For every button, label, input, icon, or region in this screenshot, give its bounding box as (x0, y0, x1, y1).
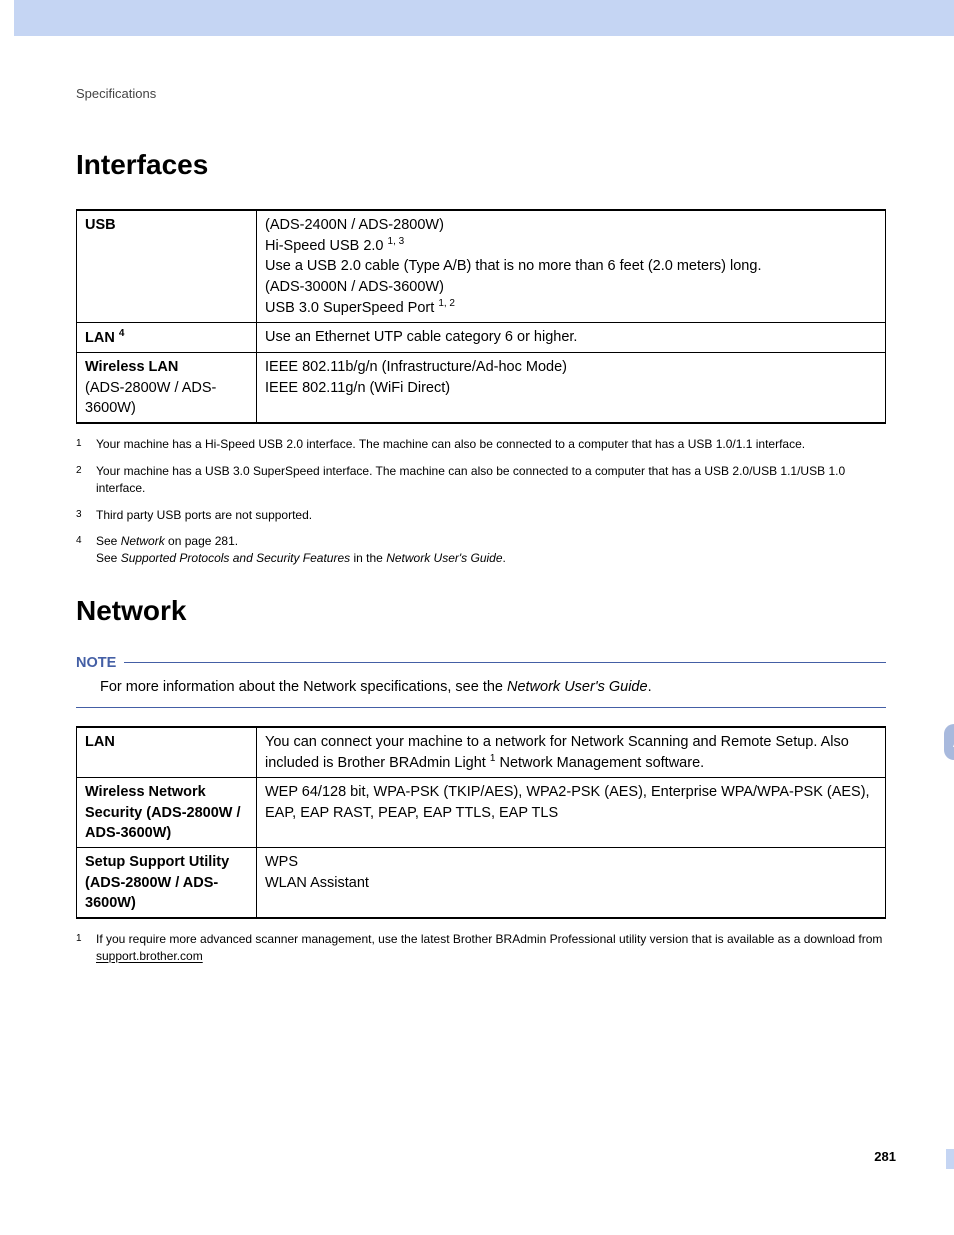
page-number: 281 (874, 1149, 896, 1164)
fn-text: Your machine has a USB 3.0 SuperSpeed in… (96, 463, 886, 497)
row-label-netlan: LAN (77, 727, 257, 778)
fn4-a: See (96, 534, 121, 548)
note-rule (124, 662, 886, 663)
top-border-bar (0, 0, 954, 36)
note-label: NOTE (76, 655, 116, 671)
usb-sup2: 1, 2 (438, 298, 455, 309)
fn-num: 1 (76, 436, 96, 453)
table-row: Setup Support Utility (ADS-2800W / ADS-3… (77, 848, 886, 918)
breadcrumb: Specifications (76, 86, 886, 101)
usb-sup1: 1, 3 (388, 236, 405, 247)
table-row: Wireless Network Security (ADS-2800W / A… (77, 778, 886, 848)
fn4-c: on page 281. (165, 534, 238, 548)
table-row: Wireless LAN (ADS-2800W / ADS-3600W) IEE… (77, 353, 886, 423)
setup-l2: WLAN Assistant (265, 875, 369, 891)
wlan-label-sub: (ADS-2800W / ADS-3600W) (85, 380, 216, 416)
row-label-security: Wireless Network Security (ADS-2800W / A… (77, 778, 257, 848)
row-value-usb: (ADS-2400N / ADS-2800W) Hi-Speed USB 2.0… (257, 210, 886, 323)
section-title-interfaces: Interfaces (76, 149, 886, 181)
fn4-b: Network (121, 534, 165, 548)
fn-text: If you require more advanced scanner man… (96, 931, 886, 965)
fn-text: Your machine has a Hi-Speed USB 2.0 inte… (96, 436, 886, 453)
interfaces-table: USB (ADS-2400N / ADS-2800W) Hi-Speed USB… (76, 209, 886, 424)
usb-line1: (ADS-2400N / ADS-2800W) (265, 217, 444, 233)
note-body-a: For more information about the Network s… (100, 679, 507, 695)
footnote: 1 Your machine has a Hi-Speed USB 2.0 in… (76, 436, 886, 453)
fn4-e: Supported Protocols and Security Feature… (121, 551, 350, 565)
footnote: 2 Your machine has a USB 3.0 SuperSpeed … (76, 463, 886, 497)
netlan-c: Network Management software. (495, 755, 704, 771)
row-value-wlan: IEEE 802.11b/g/n (Infrastructure/Ad-hoc … (257, 353, 886, 423)
row-label-usb: USB (77, 210, 257, 323)
fn4-h: . (503, 551, 506, 565)
footnote: 3 Third party USB ports are not supporte… (76, 507, 886, 524)
network-table: LAN You can connect your machine to a ne… (76, 726, 886, 919)
note-body-b: Network User's Guide (507, 679, 648, 695)
row-value-setup: WPS WLAN Assistant (257, 848, 886, 918)
table-row: LAN 4 Use an Ethernet UTP cable category… (77, 323, 886, 353)
note-body-c: . (648, 679, 652, 695)
lan-sup: 4 (119, 328, 125, 339)
row-value-netlan: You can connect your machine to a networ… (257, 727, 886, 778)
usb-line4: (ADS-3000N / ADS-3600W) (265, 279, 444, 295)
usb-line2: Hi-Speed USB 2.0 (265, 238, 388, 254)
row-value-security: WEP 64/128 bit, WPA-PSK (TKIP/AES), WPA2… (257, 778, 886, 848)
network-footnotes: 1 If you require more advanced scanner m… (76, 931, 886, 965)
usb-line5: USB 3.0 SuperSpeed Port (265, 300, 438, 316)
table-row: LAN You can connect your machine to a ne… (77, 727, 886, 778)
setup-l1: WPS (265, 854, 298, 870)
fn-text: Third party USB ports are not supported. (96, 507, 886, 524)
note-block: NOTE For more information about the Netw… (76, 655, 886, 708)
row-label-wlan: Wireless LAN (ADS-2800W / ADS-3600W) (77, 353, 257, 423)
netfn-a: If you require more advanced scanner man… (96, 932, 882, 946)
fn-num: 1 (76, 931, 96, 965)
fn4-g: Network User's Guide (386, 551, 502, 565)
row-label-lan: LAN 4 (77, 323, 257, 353)
interfaces-footnotes: 1 Your machine has a Hi-Speed USB 2.0 in… (76, 436, 886, 567)
page-number-bar: 281 (0, 1149, 954, 1169)
wlan-line2: IEEE 802.11g/n (WiFi Direct) (265, 380, 450, 396)
page-content: Specifications Interfaces USB (ADS-2400N… (0, 36, 954, 1005)
lan-label-text: LAN (85, 330, 119, 346)
section-title-network: Network (76, 595, 886, 627)
fn-text: See Network on page 281. See Supported P… (96, 533, 886, 567)
fn4-f: in the (350, 551, 386, 565)
row-value-lan: Use an Ethernet UTP cable category 6 or … (257, 323, 886, 353)
note-body: For more information about the Network s… (76, 679, 886, 695)
fn-num: 3 (76, 507, 96, 524)
note-end-rule (76, 707, 886, 708)
support-link[interactable]: support.brother.com (96, 949, 203, 963)
wlan-label-main: Wireless LAN (85, 359, 178, 375)
footnote: 4 See Network on page 281. See Supported… (76, 533, 886, 567)
footnote: 1 If you require more advanced scanner m… (76, 931, 886, 965)
wlan-line1: IEEE 802.11b/g/n (Infrastructure/Ad-hoc … (265, 359, 567, 375)
fn4-d: See (96, 551, 121, 565)
row-label-setup: Setup Support Utility (ADS-2800W / ADS-3… (77, 848, 257, 918)
table-row: USB (ADS-2400N / ADS-2800W) Hi-Speed USB… (77, 210, 886, 323)
fn-num: 4 (76, 533, 96, 567)
usb-line3: Use a USB 2.0 cable (Type A/B) that is n… (265, 258, 761, 274)
fn-num: 2 (76, 463, 96, 497)
appendix-tab: A (944, 724, 954, 760)
